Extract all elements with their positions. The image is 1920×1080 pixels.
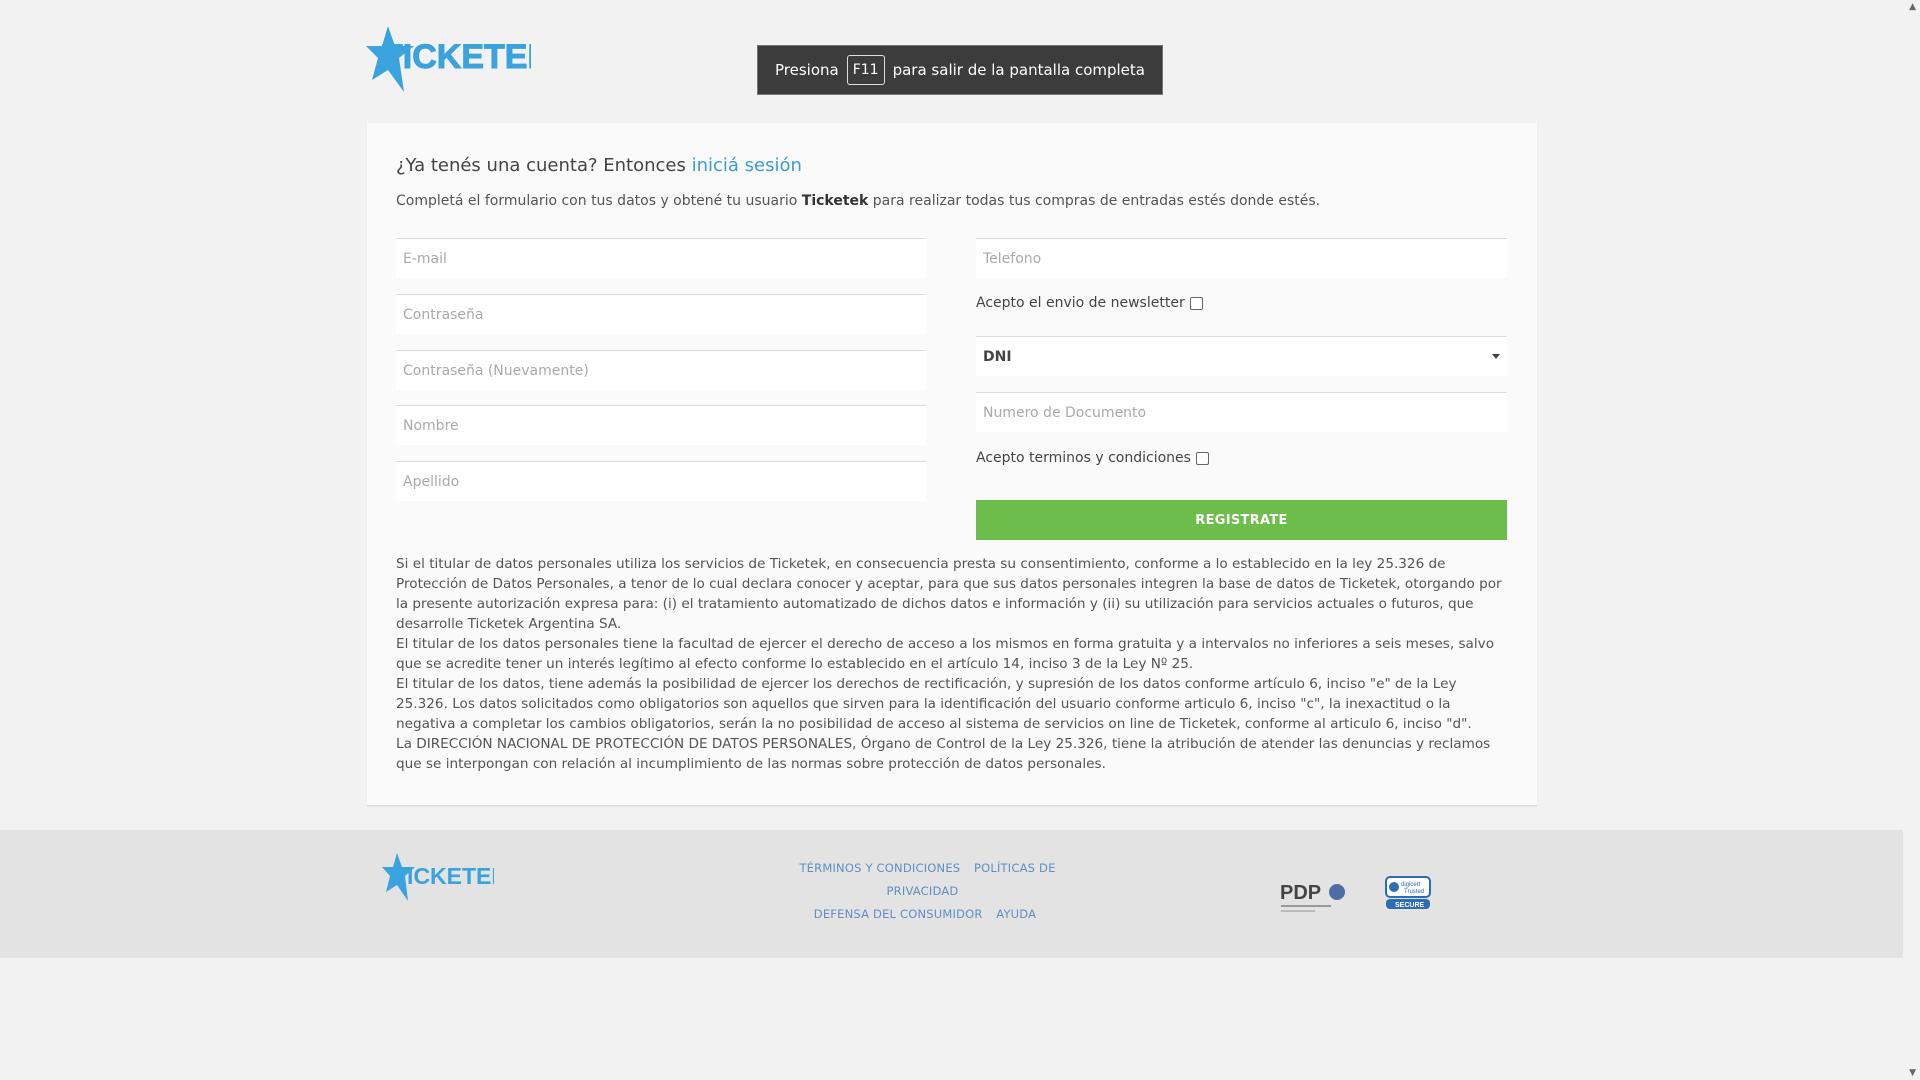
login-link[interactable]: iniciá sesión bbox=[692, 155, 802, 176]
registration-card: ¿Ya tenés una cuenta? Entonces iniciá se… bbox=[367, 123, 1537, 806]
legal-paragraph: El titular de los datos personales tiene… bbox=[396, 636, 1495, 672]
footer-link-consumer[interactable]: DEFENSA DEL CONSUMIDOR bbox=[814, 907, 983, 921]
legal-paragraph: El titular de los datos, tiene además la… bbox=[396, 676, 1472, 732]
intro-text: Completá el formulario con tus datos y o… bbox=[396, 193, 1320, 209]
svg-text:Trusted: Trusted bbox=[1404, 889, 1424, 895]
login-prompt-text: ¿Ya tenés una cuenta? Entonces bbox=[396, 155, 686, 176]
caret-down-icon bbox=[1492, 354, 1500, 359]
scroll-down-arrow-icon[interactable]: ▼ bbox=[1909, 1068, 1916, 1078]
name-field[interactable] bbox=[396, 405, 926, 445]
svg-text:PDP: PDP bbox=[1280, 882, 1321, 904]
scroll-up-arrow-icon[interactable]: ▲ bbox=[1909, 2, 1916, 12]
terms-row: Acepto terminos y condiciones bbox=[976, 450, 1209, 466]
register-button[interactable]: REGISTRATE bbox=[976, 500, 1507, 540]
document-number-field[interactable] bbox=[976, 392, 1507, 432]
digicert-seal-icon: digicert Trusted SECURE bbox=[1385, 876, 1431, 909]
legal-paragraph: La DIRECCIÓN NACIONAL DE PROTECCIÓN DE D… bbox=[396, 736, 1491, 772]
legal-paragraph: Si el titular de datos personales utiliz… bbox=[396, 556, 1502, 632]
terms-checkbox[interactable] bbox=[1195, 451, 1209, 465]
legal-text: Si el titular de datos personales utiliz… bbox=[396, 554, 1506, 774]
document-type-select[interactable]: DNI bbox=[976, 336, 1507, 376]
logo-text: TICKETEK bbox=[382, 38, 531, 76]
footer-logo-text: TICKETEK bbox=[393, 863, 494, 889]
fullscreen-notice-prefix: Presiona bbox=[775, 61, 839, 79]
newsletter-row: Acepto el envio de newsletter bbox=[976, 295, 1203, 311]
footer: TICKETEK TÉRMINOS Y CONDICIONES POLÍTICA… bbox=[0, 830, 1903, 958]
password-field[interactable] bbox=[396, 294, 926, 334]
svg-text:SECURE: SECURE bbox=[1395, 902, 1425, 909]
footer-ticketek-logo[interactable]: TICKETEK bbox=[382, 853, 494, 901]
document-type-value: DNI bbox=[983, 348, 1012, 365]
pdp-badge[interactable]: PDP bbox=[1280, 877, 1346, 915]
footer-link-terms[interactable]: TÉRMINOS Y CONDICIONES bbox=[799, 861, 960, 875]
terms-label: Acepto terminos y condiciones bbox=[976, 450, 1191, 466]
ticketek-logo[interactable]: TICKETEK TICKETEK bbox=[366, 26, 531, 92]
password-repeat-field[interactable] bbox=[396, 350, 926, 390]
login-prompt-heading: ¿Ya tenés una cuenta? Entonces iniciá se… bbox=[396, 155, 802, 176]
fullscreen-notice: Presiona F11 para salir de la pantalla c… bbox=[757, 45, 1163, 95]
f11-key: F11 bbox=[846, 55, 885, 85]
digicert-secure-badge[interactable]: digicert Trusted SECURE bbox=[1384, 875, 1432, 911]
footer-links: TÉRMINOS Y CONDICIONES POLÍTICAS DE PRIV… bbox=[760, 857, 1090, 926]
intro-before: Completá el formulario con tus datos y o… bbox=[396, 193, 798, 209]
intro-after: para realizar todas tus compras de entra… bbox=[872, 193, 1321, 209]
newsletter-checkbox[interactable] bbox=[1189, 296, 1203, 310]
svg-text:digicert: digicert bbox=[1401, 882, 1421, 888]
newsletter-label: Acepto el envio de newsletter bbox=[976, 295, 1185, 311]
phone-field[interactable] bbox=[976, 238, 1507, 278]
lastname-field[interactable] bbox=[396, 461, 926, 501]
pdp-logo-icon: PDP bbox=[1280, 882, 1345, 912]
fullscreen-notice-suffix: para salir de la pantalla completa bbox=[892, 61, 1145, 79]
ticketek-logo-graphic: TICKETEK TICKETEK bbox=[366, 26, 531, 92]
footer-logo-graphic: TICKETEK bbox=[382, 853, 494, 901]
intro-brand: Ticketek bbox=[801, 193, 869, 209]
email-field[interactable] bbox=[396, 238, 926, 278]
footer-link-help[interactable]: AYUDA bbox=[996, 907, 1036, 921]
